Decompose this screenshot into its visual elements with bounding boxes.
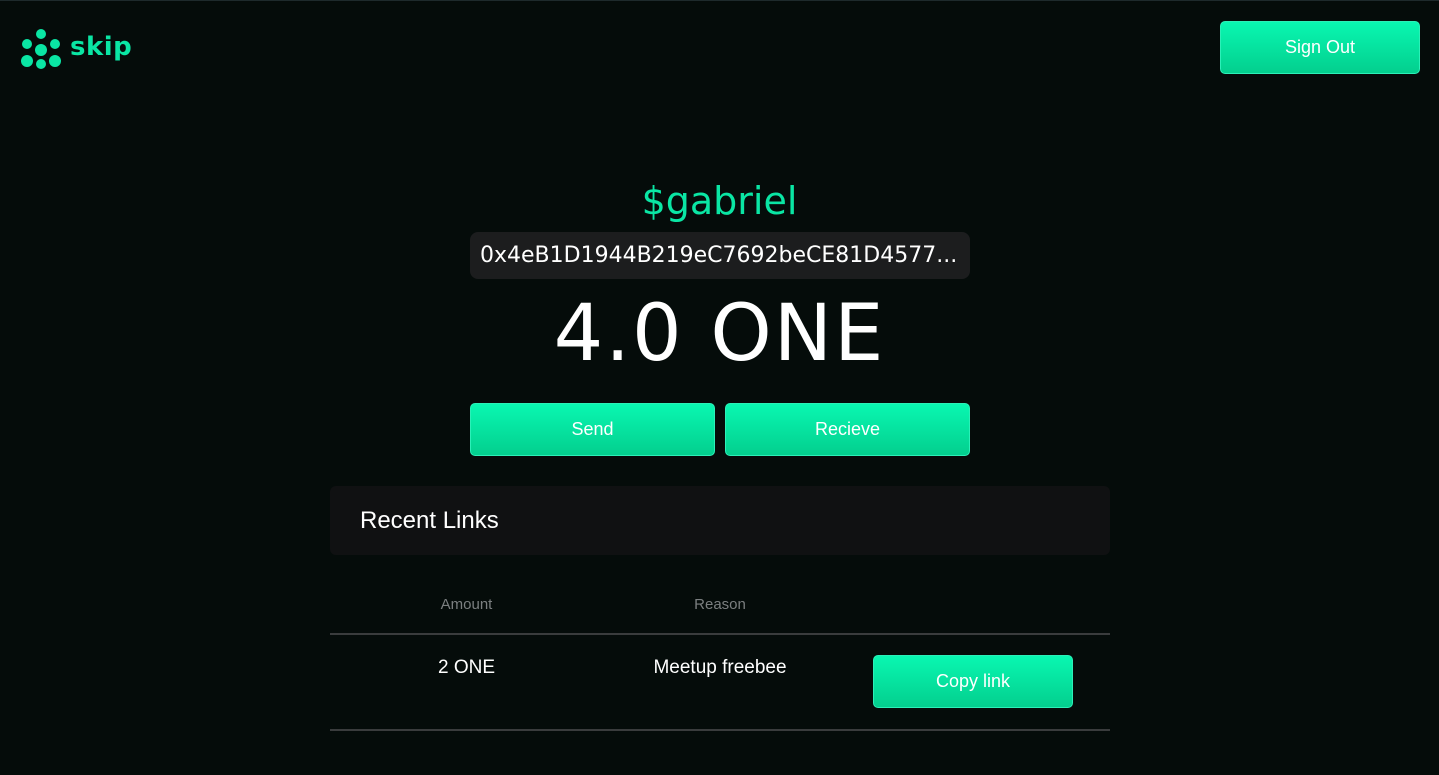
table-row: 2 ONE Meetup freebee Copy link: [330, 635, 1110, 731]
recent-links-title: Recent Links: [360, 506, 499, 534]
column-header-amount: Amount: [440, 596, 493, 613]
recent-links-table: Amount Reason 2 ONE Meetup freebee Copy …: [330, 586, 1110, 731]
row-reason: Meetup freebee: [653, 657, 787, 678]
username-heading: $gabriel: [641, 179, 798, 223]
table-header: Amount Reason: [330, 586, 1110, 635]
row-amount: 2 ONE: [437, 657, 496, 678]
wallet-page: skip Sign Out $gabriel 0x4eB1D1944B219eC…: [0, 0, 1439, 775]
people-cluster-icon: [21, 29, 61, 69]
send-button[interactable]: Send: [470, 403, 715, 456]
skip-logo[interactable]: skip: [20, 28, 132, 70]
sign-out-button[interactable]: Sign Out: [1220, 21, 1420, 74]
column-header-reason: Reason: [694, 596, 746, 613]
recent-links-header: Recent Links: [330, 486, 1110, 555]
wallet-address[interactable]: 0x4eB1D1944B219eC7692beCE81D4577...: [470, 232, 970, 279]
copy-link-button[interactable]: Copy link: [873, 655, 1073, 708]
logo-text: skip: [70, 32, 133, 62]
receive-button[interactable]: Recieve: [725, 403, 970, 456]
balance-amount: 4.0 ONE: [553, 289, 886, 379]
